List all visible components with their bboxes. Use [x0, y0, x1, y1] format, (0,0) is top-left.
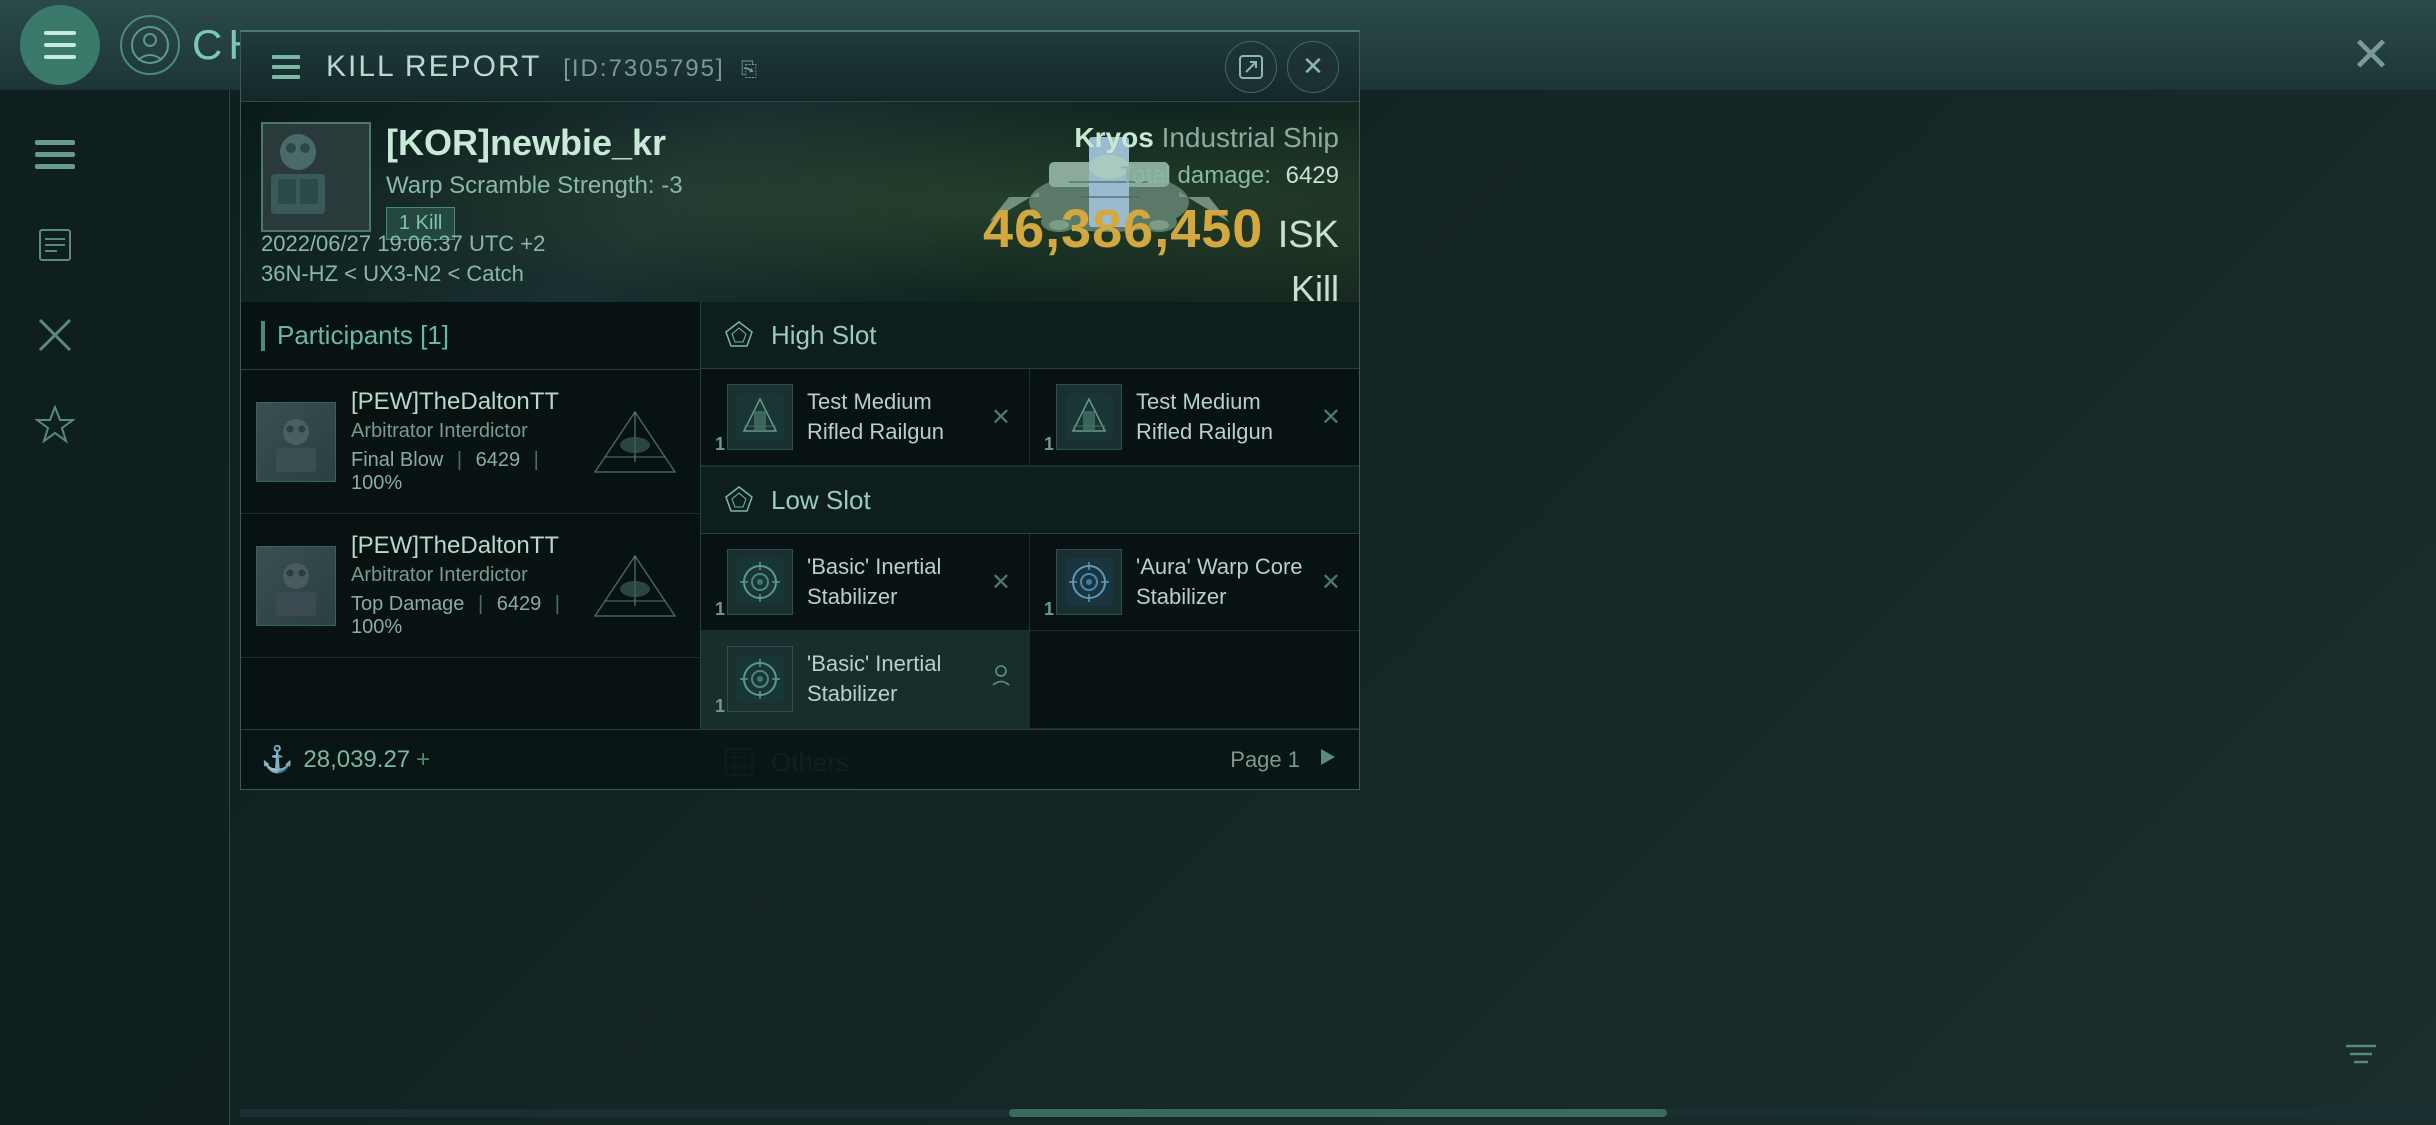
page-nav-button[interactable] — [1315, 744, 1339, 776]
participants-title: Participants [1] — [277, 320, 449, 351]
high-slot-items: 1 Test Medium Rifled Railgun ✕ — [701, 369, 1359, 466]
copy-icon: ⎘ — [741, 59, 759, 81]
scrollbar-thumb[interactable] — [1009, 1109, 1668, 1117]
participant-ship-icon — [585, 546, 685, 626]
filter-button[interactable] — [2336, 1030, 2386, 1080]
export-button[interactable] — [1225, 41, 1277, 93]
item-close-button[interactable]: ✕ — [1321, 568, 1341, 597]
isk-value-row: 46,386,450 ISK — [983, 198, 1339, 260]
combat-icon — [30, 310, 80, 360]
item-close-button[interactable]: ✕ — [1321, 403, 1341, 432]
item-qty: 1 — [715, 599, 725, 620]
slot-item[interactable]: 1 Test Medium Rifled Railgun ✕ — [701, 369, 1030, 466]
pilot-avatar — [261, 122, 371, 232]
high-slot-title: High Slot — [771, 320, 877, 351]
menu-icon — [30, 130, 80, 180]
main-content: Participants [1] [PEW]TheDaltonTT — [241, 302, 1359, 789]
window-title: KILL REPORT [ID:7305795] ⎘ — [326, 50, 1215, 84]
item-icon — [727, 646, 793, 712]
pilot-warp-scramble: Warp Scramble Strength: -3 — [386, 172, 683, 200]
item-qty: 1 — [1044, 599, 1054, 620]
window-menu-button[interactable] — [261, 42, 311, 92]
banner-right-info: Kryos Industrial Ship Total damage: 6429… — [983, 122, 1339, 302]
participant-name: [PEW]TheDaltonTT — [351, 388, 575, 416]
bio-icon — [30, 220, 80, 270]
kill-report-window: KILL REPORT [ID:7305795] ⎘ ✕ — [240, 30, 1360, 790]
high-slot-header: High Slot — [701, 302, 1359, 369]
participant-avatar — [256, 402, 336, 482]
window-close-button[interactable]: ✕ — [1287, 41, 1339, 93]
slot-item-highlighted[interactable]: 1 — [701, 631, 1030, 728]
participant-info: [PEW]TheDaltonTT Arbitrator Interdictor … — [351, 532, 575, 639]
participant-name: [PEW]TheDaltonTT — [351, 532, 575, 560]
pilot-name: [KOR]newbie_kr — [386, 122, 683, 164]
person-icon — [991, 665, 1011, 693]
item-close-button[interactable]: ✕ — [991, 403, 1011, 432]
page-info: Page 1 — [1230, 747, 1300, 773]
menu-button[interactable] — [20, 5, 100, 85]
bottom-value: 28,039.27 — [303, 746, 410, 774]
kill-location: 36N-HZ < UX3-N2 < Catch — [261, 261, 524, 287]
slot-item[interactable]: 1 — [701, 534, 1030, 631]
item-icon — [1056, 384, 1122, 450]
item-close-button[interactable]: ✕ — [991, 568, 1011, 597]
ship-banner: [KOR]newbie_kr Warp Scramble Strength: -… — [241, 102, 1359, 302]
slot-item[interactable]: 1 Test Medium Rifled Railgun ✕ — [1030, 369, 1359, 466]
slot-item[interactable]: 1 — [1030, 534, 1359, 631]
medals-icon — [30, 400, 80, 450]
participant-avatar — [256, 546, 336, 626]
close-app-button[interactable]: ✕ — [2336, 20, 2406, 90]
left-sidebar — [0, 90, 230, 1125]
participant-stats: Final Blow | 6429 | 100% — [351, 449, 575, 495]
window-titlebar: KILL REPORT [ID:7305795] ⎘ ✕ — [241, 32, 1359, 102]
participant-ship: Arbitrator Interdictor — [351, 420, 575, 443]
bottom-bar: ⚓ 28,039.27 + Page 1 — [241, 729, 1359, 789]
participant-ship-icon — [585, 402, 685, 482]
participant-item[interactable]: [PEW]TheDaltonTT Arbitrator Interdictor … — [241, 370, 700, 514]
item-qty: 1 — [1044, 434, 1054, 455]
item-name: Test Medium Rifled Railgun — [807, 387, 983, 446]
participants-panel[interactable]: Participants [1] [PEW]TheDaltonTT — [241, 302, 701, 789]
item-name: Test Medium Rifled Railgun — [1136, 387, 1313, 446]
accent-bar — [261, 321, 265, 351]
high-slot-icon — [721, 317, 757, 353]
sidebar-item-medals[interactable] — [0, 380, 229, 470]
item-name: 'Aura' Warp Core Stabilizer — [1136, 552, 1313, 611]
item-qty: 1 — [715, 696, 725, 717]
kill-type: Kill — [983, 268, 1339, 302]
participant-ship: Arbitrator Interdictor — [351, 564, 575, 587]
scrollbar-track — [240, 1109, 2436, 1117]
low-slot-header: Low Slot — [701, 467, 1359, 534]
sidebar-item-combat[interactable] — [0, 290, 229, 380]
low-slot-section: Low Slot 1 — [701, 467, 1359, 729]
anchor-icon: ⚓ — [261, 744, 293, 775]
hamburger-icon — [44, 31, 76, 59]
plus-icon: + — [416, 746, 430, 774]
item-name: 'Basic' Inertial Stabilizer — [807, 649, 985, 708]
participant-stats: Top Damage | 6429 | 100% — [351, 593, 575, 639]
avatar — [263, 124, 369, 219]
total-damage: Total damage: 6429 — [983, 162, 1339, 190]
low-slot-title: Low Slot — [771, 485, 871, 516]
item-qty: 1 — [715, 434, 725, 455]
low-slot-icon — [721, 482, 757, 518]
sidebar-item-bio[interactable] — [0, 200, 229, 290]
kill-datetime: 2022/06/27 19:06:37 UTC +2 — [261, 231, 545, 257]
participant-info: [PEW]TheDaltonTT Arbitrator Interdictor … — [351, 388, 575, 495]
item-icon — [727, 384, 793, 450]
high-slot-section: High Slot 1 — [701, 302, 1359, 467]
participants-header: Participants [1] — [241, 302, 700, 370]
fit-panel[interactable]: High Slot 1 — [701, 302, 1359, 789]
character-icon — [120, 15, 180, 75]
pilot-info: [KOR]newbie_kr Warp Scramble Strength: -… — [386, 122, 683, 200]
ship-name: Kryos Industrial Ship — [983, 122, 1339, 154]
sidebar-item-menu[interactable] — [0, 110, 229, 200]
item-icon — [1056, 549, 1122, 615]
participant-item[interactable]: [PEW]TheDaltonTT Arbitrator Interdictor … — [241, 514, 700, 658]
item-icon — [727, 549, 793, 615]
item-name: 'Basic' Inertial Stabilizer — [807, 552, 983, 611]
low-slot-items: 1 — [701, 534, 1359, 728]
